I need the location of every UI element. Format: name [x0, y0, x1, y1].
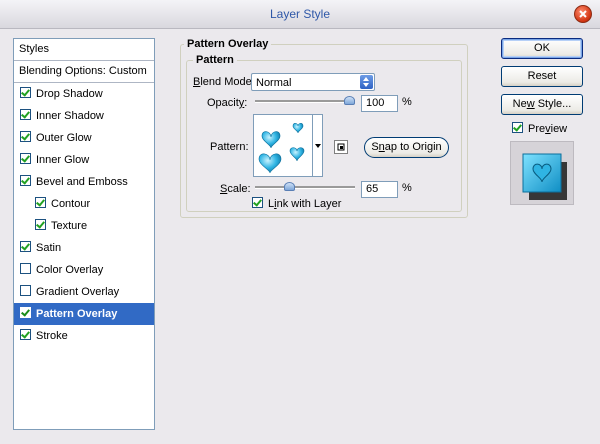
style-item-label: Gradient Overlay [36, 286, 120, 298]
styles-header[interactable]: Styles [14, 39, 154, 61]
section-title: Pattern Overlay [184, 38, 272, 50]
style-item-checkbox[interactable] [20, 241, 31, 252]
scale-label: Scale: [220, 183, 251, 195]
style-item-label: Color Overlay [36, 264, 104, 276]
style-item[interactable]: Inner Glow [14, 149, 154, 171]
style-item-checkbox[interactable] [35, 219, 46, 230]
style-item-checkbox[interactable] [20, 329, 31, 340]
preview-thumbnail [522, 153, 567, 200]
style-item-label: Bevel and Emboss [36, 176, 128, 188]
snap-to-origin-button[interactable]: Snap to Origin [364, 137, 449, 158]
style-item-label: Pattern Overlay [36, 308, 118, 320]
opacity-input[interactable]: 100 [361, 95, 398, 112]
title-bar: Layer Style [0, 0, 600, 29]
group-title: Pattern [193, 54, 237, 66]
style-item[interactable]: Contour [14, 193, 154, 215]
style-item-checkbox[interactable] [20, 285, 31, 296]
style-item-checkbox[interactable] [20, 307, 31, 318]
style-item-label: Texture [51, 220, 88, 232]
scale-input[interactable]: 65 [361, 181, 398, 198]
style-item[interactable]: Pattern Overlay [14, 303, 154, 325]
opacity-unit: % [402, 96, 412, 108]
chevron-updown-icon [360, 75, 373, 89]
style-item-checkbox[interactable] [20, 131, 31, 142]
style-item-checkbox[interactable] [20, 87, 31, 98]
reset-button[interactable]: Reset [501, 66, 583, 87]
styles-list: Styles Blending Options: Custom Drop Sha… [13, 38, 155, 430]
scale-unit: % [402, 182, 412, 194]
close-icon [579, 10, 587, 18]
style-item[interactable]: Inner Shadow [14, 105, 154, 127]
scale-slider-track [255, 186, 355, 189]
preview-checkbox[interactable]: Preview [512, 122, 567, 135]
style-item-label: Satin [36, 242, 62, 254]
pattern-swatch[interactable] [253, 114, 313, 177]
new-preset-button[interactable] [334, 140, 348, 154]
style-item-label: Stroke [36, 330, 68, 342]
pattern-dropdown-button[interactable] [313, 114, 323, 177]
style-item-checkbox[interactable] [35, 197, 46, 208]
style-item-checkbox[interactable] [20, 263, 31, 274]
preview-checkbox-box[interactable] [512, 122, 523, 133]
blend-mode-label: Blend Mode: [193, 76, 255, 88]
opacity-slider-thumb[interactable] [344, 96, 355, 105]
ok-button[interactable]: OK [501, 38, 583, 59]
style-item-checkbox[interactable] [20, 109, 31, 120]
opacity-slider-track [255, 100, 355, 103]
window-title: Layer Style [269, 7, 331, 21]
style-item[interactable]: Stroke [14, 325, 154, 347]
blend-mode-value: Normal [256, 77, 292, 89]
scale-slider-thumb[interactable] [284, 182, 295, 191]
blending-options-item[interactable]: Blending Options: Custom [14, 61, 154, 83]
style-item[interactable]: Color Overlay [14, 259, 154, 281]
style-item-label: Contour [51, 198, 91, 210]
opacity-label: Opacity: [207, 97, 248, 109]
style-item[interactable]: Bevel and Emboss [14, 171, 154, 193]
style-item-label: Outer Glow [36, 132, 92, 144]
style-item[interactable]: Drop Shadow [14, 83, 154, 105]
link-with-layer-checkbox[interactable]: Link with Layer [252, 197, 341, 210]
style-item[interactable]: Outer Glow [14, 127, 154, 149]
hearts-pattern-icon [258, 123, 305, 174]
link-checkbox-box[interactable] [252, 197, 263, 208]
opacity-slider[interactable] [255, 94, 355, 108]
new-style-button[interactable]: New Style... [501, 94, 583, 115]
style-item-checkbox[interactable] [20, 175, 31, 186]
style-item-label: Inner Shadow [36, 110, 104, 122]
new-preset-icon [337, 143, 345, 151]
scale-slider[interactable] [255, 180, 355, 194]
style-preview [510, 141, 574, 205]
style-item[interactable]: Satin [14, 237, 154, 259]
style-item[interactable]: Texture [14, 215, 154, 237]
style-item[interactable]: Gradient Overlay [14, 281, 154, 303]
close-button[interactable] [574, 5, 592, 23]
blend-mode-select[interactable]: Normal [251, 73, 375, 91]
style-item-label: Inner Glow [36, 154, 90, 166]
pattern-label: Pattern: [210, 141, 249, 153]
style-item-checkbox[interactable] [20, 153, 31, 164]
style-item-label: Drop Shadow [36, 88, 103, 100]
